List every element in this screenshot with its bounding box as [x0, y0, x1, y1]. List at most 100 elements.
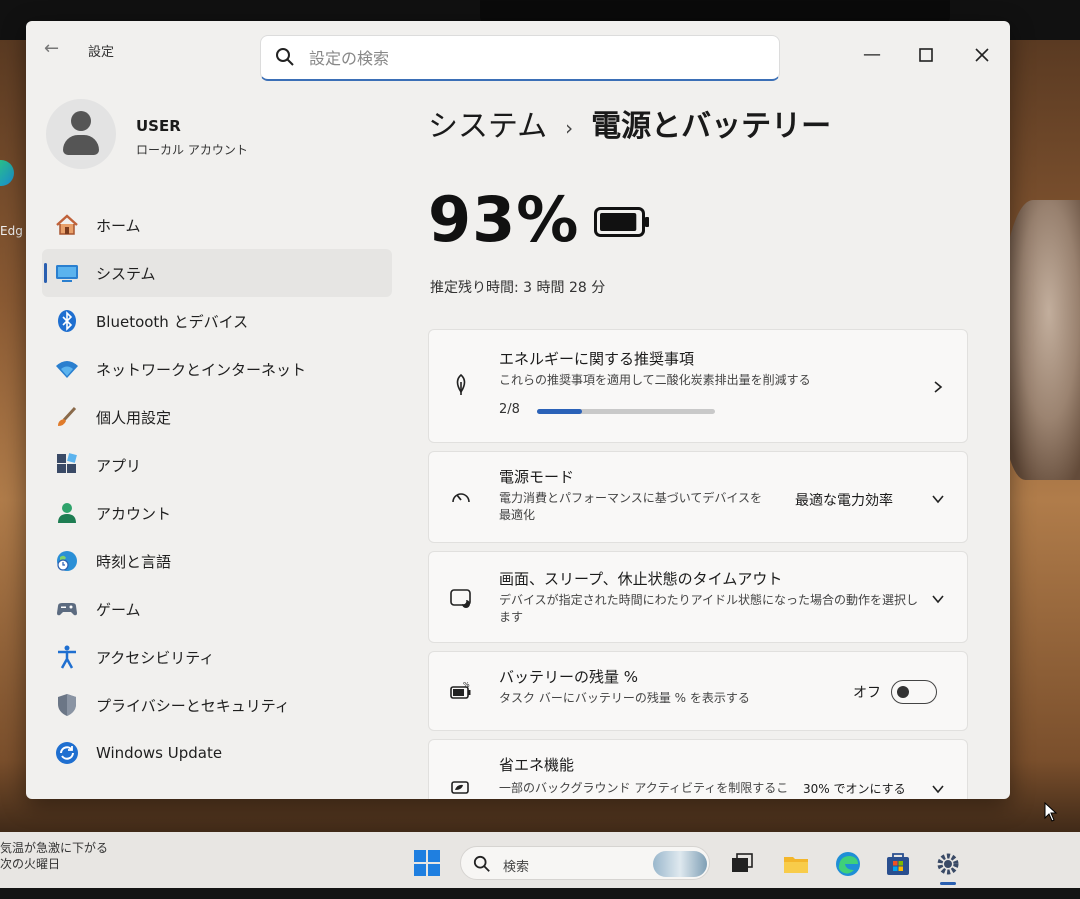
weather-subtext: 次の火曜日: [0, 857, 61, 871]
energy-saver-icon: [451, 781, 469, 794]
sidebar-item-network[interactable]: ネットワークとインターネット: [42, 345, 392, 393]
sidebar-item-accounts[interactable]: アカウント: [42, 489, 392, 537]
sidebar-item-accessibility[interactable]: アクセシビリティ: [42, 633, 392, 681]
app-title: 設定: [88, 45, 115, 60]
breadcrumb-chevron-icon: ›: [565, 115, 574, 140]
power-mode-dropdown[interactable]: 最適な電力効率: [795, 490, 893, 510]
sidebar-item-label: アプリ: [96, 456, 142, 475]
shield-icon: [58, 694, 76, 716]
sidebar-item-label: Bluetooth とデバイス: [96, 312, 249, 331]
settings-search-box[interactable]: [260, 35, 780, 81]
sidebar-item-time-language[interactable]: 時刻と言語: [42, 537, 392, 585]
sidebar-item-windows-update[interactable]: Windows Update: [42, 729, 392, 777]
svg-text:%: %: [463, 681, 470, 689]
settings-gear-icon[interactable]: [934, 850, 962, 878]
card-description: タスク バーにバッテリーの残量 % を表示する: [499, 691, 750, 705]
minimize-button[interactable]: —: [860, 43, 884, 67]
sidebar-nav: ホーム システム Bluetooth とデバイス ネットワークとインターネット …: [42, 201, 392, 777]
taskbar-search-label: 検索: [503, 860, 530, 875]
sidebar-item-label: アクセシビリティ: [96, 648, 215, 667]
remaining-time: 推定残り時間: 3 時間 28 分: [430, 280, 606, 296]
maximize-button[interactable]: [914, 43, 938, 67]
breadcrumb-parent[interactable]: システム: [428, 109, 547, 144]
battery-percentage-card[interactable]: % バッテリーの残量 % タスク バーにバッテリーの残量 % を表示する オフ: [428, 651, 968, 731]
card-description: 電力消費とパフォーマンスに基づいてデバイスを最適化: [499, 491, 763, 522]
active-app-indicator: [940, 882, 956, 885]
toggle-knob: [897, 686, 909, 698]
chevron-right-icon: [934, 381, 943, 393]
energy-recommendations-card[interactable]: エネルギーに関する推奨事項 これらの推奨事項を適用して二酸化炭素排出量を削減する…: [428, 329, 968, 443]
progress-fill: [537, 409, 582, 414]
sidebar-item-privacy-security[interactable]: プライバシーとセキュリティ: [42, 681, 392, 729]
energy-saver-card[interactable]: 省エネ機能 一部のバックグラウンド アクティビティを制限すること 30% でオン…: [428, 739, 968, 799]
update-icon: [56, 742, 78, 764]
sidebar-item-label: システム: [96, 264, 156, 283]
home-icon: [56, 214, 78, 235]
search-icon: [473, 855, 490, 872]
battery-percent-icon: %: [450, 681, 471, 699]
apps-icon: [57, 453, 77, 473]
sidebar-item-label: ネットワークとインターネット: [96, 360, 307, 379]
sidebar-item-gaming[interactable]: ゲーム: [42, 585, 392, 633]
power-mode-card[interactable]: 電源モード 電力消費とパフォーマンスに基づいてデバイスを最適化 最適な電力効率: [428, 451, 968, 543]
microsoft-store-icon[interactable]: [884, 850, 912, 878]
sidebar-item-label: 個人用設定: [96, 408, 172, 427]
gamepad-icon: [57, 603, 77, 616]
screen-sleep-icon: [450, 589, 471, 608]
sidebar-item-label: アカウント: [96, 504, 172, 523]
main-content: システム › 電源とバッテリー 93% 推定残り時間: 3 時間 28 分 エネルギ…: [426, 93, 1010, 799]
user-name: USER: [136, 117, 181, 135]
sidebar-item-bluetooth[interactable]: Bluetooth とデバイス: [42, 297, 392, 345]
windows-start-icon[interactable]: [412, 848, 442, 878]
sidebar-item-system[interactable]: システム: [42, 249, 392, 297]
recommendation-progress-bar: [537, 409, 715, 414]
sidebar-item-home[interactable]: ホーム: [42, 201, 392, 249]
sidebar-item-personalization[interactable]: 個人用設定: [42, 393, 392, 441]
battery-percentage: 93%: [428, 183, 580, 256]
file-explorer-icon[interactable]: [782, 850, 810, 878]
settings-search-input[interactable]: [309, 44, 769, 72]
sidebar-item-label: プライバシーとセキュリティ: [96, 696, 290, 715]
maximize-icon: [919, 48, 933, 62]
breadcrumb: システム › 電源とバッテリー: [428, 101, 831, 145]
chevron-down-icon[interactable]: [931, 492, 945, 506]
chevron-down-icon[interactable]: [931, 592, 945, 606]
avatar: [46, 99, 116, 169]
sidebar-item-apps[interactable]: アプリ: [42, 441, 392, 489]
system-icon: [56, 265, 78, 282]
chevron-down-icon[interactable]: [931, 782, 945, 796]
sidebar-item-label: ゲーム: [96, 600, 141, 619]
recommendation-progress-label: 2/8: [499, 402, 520, 417]
user-profile[interactable]: USER ローカル アカウント: [46, 99, 386, 169]
page-title: 電源とバッテリー: [591, 109, 832, 144]
weather-widget[interactable]: 気温が急激に下がる 次の火曜日: [0, 840, 108, 872]
sidebar-item-label: Windows Update: [96, 744, 223, 762]
card-title: 画面、スリープ、休止状態のタイムアウト: [499, 570, 783, 588]
close-button[interactable]: [970, 43, 994, 67]
wallpaper-figure: [1002, 200, 1080, 480]
energy-saver-dropdown[interactable]: 30% でオンにする: [803, 780, 906, 797]
search-icon: [276, 48, 294, 66]
wifi-icon: [56, 361, 78, 378]
back-arrow-icon[interactable]: ←: [44, 39, 64, 59]
card-title: エネルギーに関する推奨事項: [499, 350, 695, 368]
sidebar-item-label: 時刻と言語: [96, 552, 172, 571]
globe-clock-icon: [57, 551, 77, 571]
card-title: バッテリーの残量 %: [499, 668, 639, 686]
edge-browser-icon[interactable]: [834, 850, 862, 878]
task-view-icon[interactable]: [728, 850, 756, 878]
battery-percentage-toggle[interactable]: [891, 680, 937, 704]
title-bar: ← 設定 —: [26, 21, 1010, 93]
account-icon: [58, 503, 76, 523]
brush-icon: [58, 406, 77, 426]
accessibility-icon: [58, 645, 76, 669]
battery-icon: [594, 207, 649, 237]
search-highlight-image: [653, 851, 707, 877]
edge-app-icon[interactable]: [0, 160, 14, 186]
card-title: 省エネ機能: [499, 756, 575, 774]
close-icon: [975, 48, 989, 62]
screen-sleep-timeout-card[interactable]: 画面、スリープ、休止状態のタイムアウト デバイスが指定された時間にわたりアイドル…: [428, 551, 968, 643]
gauge-icon: [452, 493, 470, 503]
taskbar-search[interactable]: 検索: [460, 846, 710, 880]
card-description: 一部のバックグラウンド アクティビティを制限すること: [499, 781, 789, 795]
